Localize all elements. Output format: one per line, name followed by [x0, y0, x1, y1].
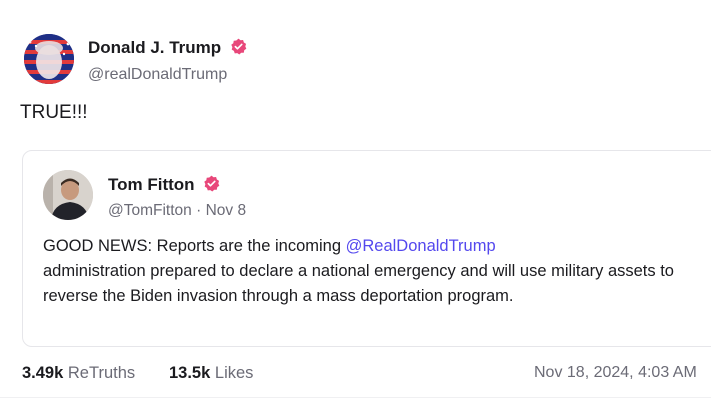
quote-author-name[interactable]: Tom Fitton: [108, 175, 195, 194]
quote-author-name-row[interactable]: Tom Fitton: [108, 175, 220, 195]
verified-badge-icon: [230, 38, 247, 55]
verified-badge-icon: [203, 175, 220, 192]
likes-label: Likes: [214, 364, 254, 382]
divider: [0, 397, 711, 398]
likes-count: 13.5k: [169, 364, 211, 382]
post-timestamp[interactable]: Nov 18, 2024, 4:03 AM: [534, 364, 697, 382]
author-name-row[interactable]: Donald J. Trump: [88, 38, 247, 58]
author-avatar[interactable]: [24, 34, 74, 84]
quote-text-before: GOOD NEWS: Reports are the incoming: [43, 237, 346, 255]
mention-link[interactable]: @RealDonaldTrump: [346, 237, 496, 255]
author-name[interactable]: Donald J. Trump: [88, 38, 221, 57]
quote-text-after: administration prepared to declare a nat…: [43, 262, 674, 305]
meta-separator: ·: [196, 202, 202, 219]
quote-meta: @TomFitton · Nov 8: [108, 202, 246, 220]
retruths-count: 3.49k: [22, 364, 64, 382]
author-handle[interactable]: @realDonaldTrump: [88, 66, 227, 84]
post-text: TRUE!!!: [20, 102, 88, 123]
quote-text: GOOD NEWS: Reports are the incoming @Rea…: [43, 234, 693, 309]
quote-author-handle[interactable]: @TomFitton: [108, 202, 192, 219]
likes-stat[interactable]: 13.5k Likes: [169, 364, 253, 383]
quote-author-avatar[interactable]: [43, 170, 93, 220]
retruths-stat[interactable]: 3.49k ReTruths: [22, 364, 135, 383]
retruths-label: ReTruths: [67, 364, 136, 382]
quote-date[interactable]: Nov 8: [206, 202, 247, 219]
